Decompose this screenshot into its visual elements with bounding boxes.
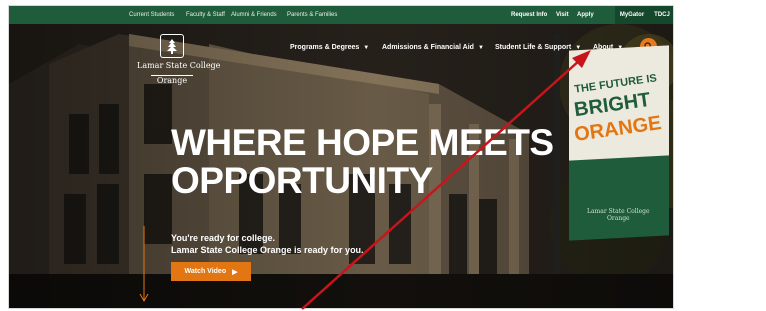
- watch-video-label: Watch Video: [184, 268, 227, 275]
- nav-label: Student Life & Support: [495, 44, 572, 51]
- banner-logo: Lamar State College Orange: [587, 208, 650, 222]
- play-icon: ▶: [232, 268, 238, 276]
- college-logo[interactable]: Lamar State College Orange: [137, 34, 221, 88]
- watch-video-button[interactable]: Watch Video ▶: [171, 262, 251, 281]
- utility-bar: Current Students Faculty & Staff Alumni …: [9, 6, 673, 24]
- hero-subtext: You're ready for college. Lamar State Co…: [171, 233, 364, 255]
- scroll-down-icon[interactable]: [139, 226, 149, 306]
- seal-icon: [160, 34, 184, 58]
- future-is-bright-banner: THE FUTURE IS BRIGHT ORANGE Lamar State …: [569, 45, 669, 241]
- link-visit[interactable]: Visit: [556, 6, 569, 24]
- chevron-down-icon: ▼: [363, 45, 370, 51]
- nav-label: Admissions & Financial Aid: [382, 44, 474, 51]
- logo-line-1: Lamar State College: [137, 61, 221, 70]
- hero-headline: WHERE HOPE MEETS OPPORTUNITY: [171, 124, 554, 200]
- hero-section: Lamar State College Orange Programs & De…: [9, 24, 673, 308]
- link-request-info[interactable]: Request Info: [511, 6, 547, 24]
- link-current-students[interactable]: Current Students: [129, 6, 174, 24]
- headline-line-2: OPPORTUNITY: [171, 160, 433, 201]
- headline-line-1: WHERE HOPE MEETS: [171, 122, 554, 163]
- link-alumni-friends[interactable]: Alumni & Friends: [231, 6, 277, 24]
- nav-label: Programs & Degrees: [290, 44, 360, 51]
- tdcj-button[interactable]: TDCJ: [649, 6, 673, 24]
- browser-viewport: Current Students Faculty & Staff Alumni …: [8, 5, 674, 309]
- link-parents-families[interactable]: Parents & Families: [287, 6, 337, 24]
- nav-admissions-financial-aid[interactable]: Admissions & Financial Aid ▼: [382, 44, 484, 51]
- link-faculty-staff[interactable]: Faculty & Staff: [186, 6, 225, 24]
- chevron-down-icon: ▼: [477, 45, 484, 51]
- mygator-button[interactable]: MyGator: [615, 6, 649, 24]
- logo-line-2: Orange: [150, 75, 194, 85]
- link-apply[interactable]: Apply: [577, 6, 594, 24]
- nav-programs-degrees[interactable]: Programs & Degrees ▼: [290, 44, 369, 51]
